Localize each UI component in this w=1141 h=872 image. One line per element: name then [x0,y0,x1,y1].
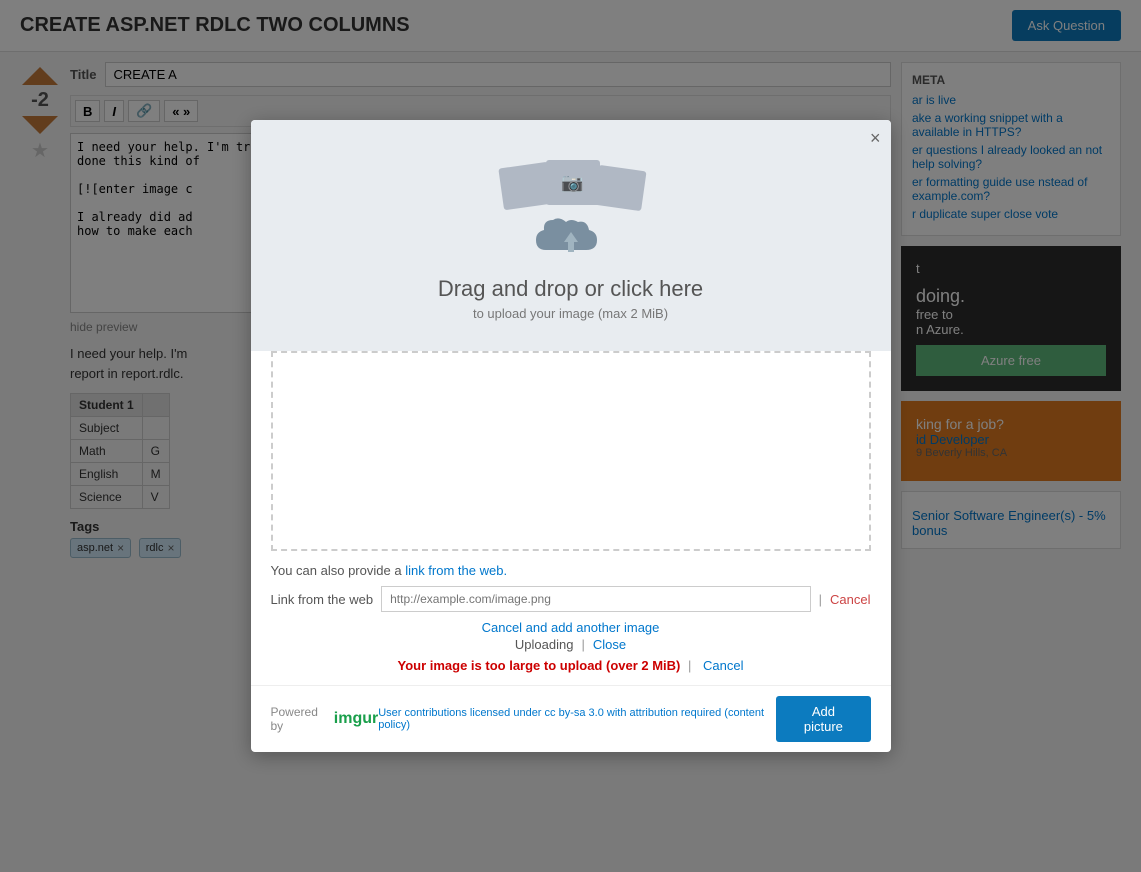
upload-title: Drag and drop or click here [438,276,703,302]
error-row: Your image is too large to upload (over … [271,658,871,673]
link-from-web-input[interactable] [381,586,811,612]
license-link[interactable]: User contributions licensed under cc by-… [378,707,764,731]
error-cancel-link[interactable]: Cancel [703,658,743,673]
link-from-web-text: You can also provide a link from the web… [271,563,871,578]
close-uploading-link[interactable]: Close [593,637,626,652]
action-links: Cancel and add another image Uploading |… [271,620,871,652]
license-text: User contributions licensed under cc by-… [378,707,776,731]
pipe-icon: | [581,637,584,652]
upload-icons [491,160,651,260]
drop-zone[interactable] [271,351,871,551]
cloud-upload-icon [531,210,611,260]
uploading-label: Uploading [515,637,574,652]
link-text-static: You can also provide a [271,563,402,578]
modal-close-button[interactable]: × [870,128,881,149]
cancel-add-another-link[interactable]: Cancel and add another image [482,620,660,635]
upload-subtitle: to upload your image (max 2 MiB) [473,306,668,321]
powered-by-section: Powered by imgur [271,705,379,733]
pipe-separator: | [819,592,822,607]
modal-bottom: You can also provide a link from the web… [251,551,891,685]
link-cancel-button[interactable]: Cancel [830,592,870,607]
thumbnail-1 [498,162,553,211]
add-picture-button[interactable]: Add picture [776,696,870,742]
modal-footer: Powered by imgur User contributions lice… [251,685,891,752]
modal-overlay: × Drag and drop or click here to upload … [0,0,1141,872]
image-upload-modal: × Drag and drop or click here to upload … [251,120,891,752]
imgur-logo: imgur [334,710,378,728]
error-message: Your image is too large to upload (over … [397,658,680,673]
link-from-web-link[interactable]: link from the web. [405,563,507,578]
uploading-row: Uploading | Close [515,637,626,652]
thumbnail-3 [593,165,646,211]
upload-drop-area[interactable]: Drag and drop or click here to upload yo… [251,120,891,351]
powered-by-label: Powered by [271,705,328,733]
thumbnail-2 [546,160,600,205]
error-pipe: | [688,658,691,673]
link-row: Link from the web | Cancel [271,586,871,612]
link-from-web-label: Link from the web [271,592,374,607]
